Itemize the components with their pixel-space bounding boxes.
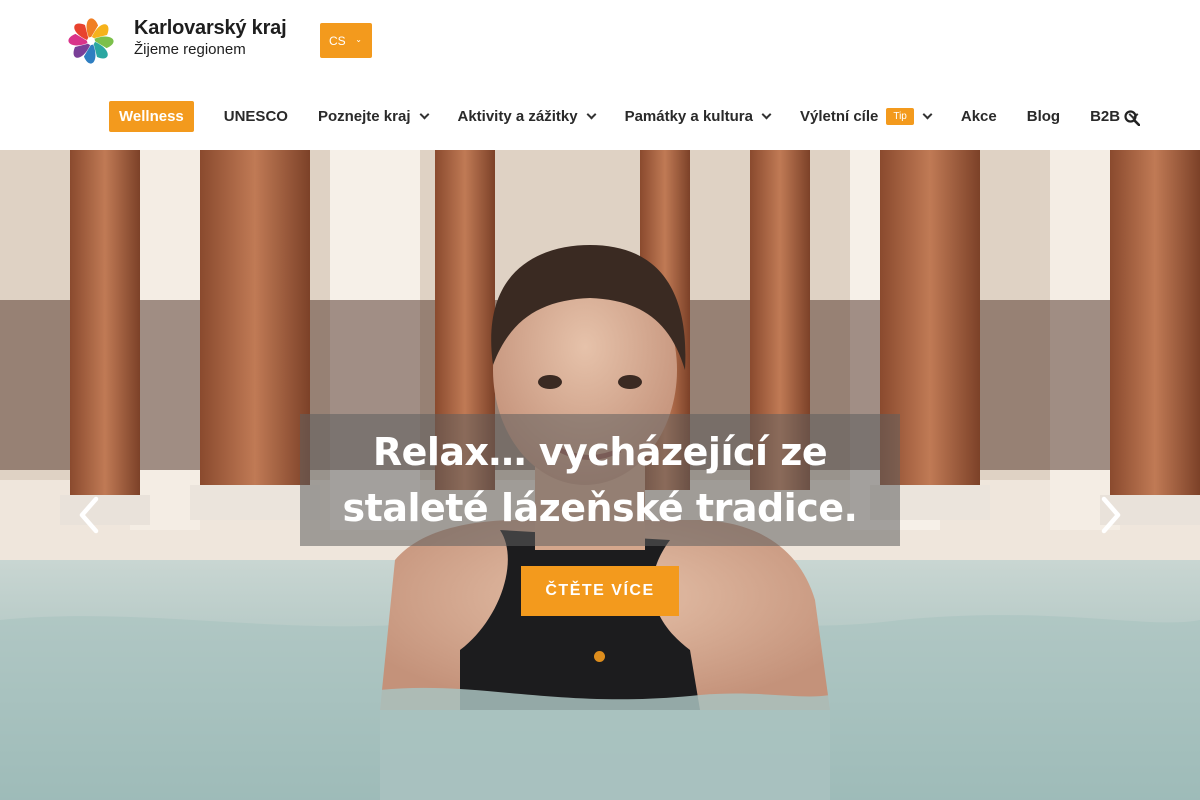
nav-item-label: Aktivity a zážitky [457, 108, 578, 125]
language-selector[interactable]: CS ⌄ [320, 23, 372, 58]
chevron-down-icon [419, 109, 429, 120]
tip-badge: Tip [886, 108, 914, 125]
nav-item-unesco[interactable]: UNESCO [224, 108, 288, 125]
slider-dot[interactable] [594, 651, 605, 662]
chevron-right-icon[interactable] [1096, 495, 1126, 535]
nav-item-label: Památky a kultura [624, 108, 753, 125]
nav-item-poznejte-kraj[interactable]: Poznejte kraj [317, 108, 429, 125]
chevron-down-icon: ⌄ [355, 35, 362, 44]
language-selected: CS [329, 33, 346, 48]
nav-item-label: Výletní cíle [799, 108, 879, 125]
chevron-left-icon[interactable] [74, 495, 104, 535]
chevron-down-icon [761, 109, 772, 120]
nav-item-pamatky[interactable]: Památky a kultura [624, 108, 772, 125]
nav-item-aktivity[interactable]: Aktivity a zážitky [457, 108, 597, 125]
brand-subtitle: Žijeme regionem [134, 41, 246, 58]
hero-caption: Relax… vycházející ze staleté lázeňské t… [300, 414, 900, 546]
nav-item-label: Wellness [119, 108, 184, 125]
brand-title: Karlovarský kraj [134, 17, 287, 39]
nav-item-label: Akce [960, 108, 997, 125]
site-header: Karlovarský kraj Žijeme regionem CS ⌄ We… [0, 0, 1200, 150]
slider-pagination [594, 651, 605, 662]
brand-text: Karlovarský kraj Žijeme regionem [134, 16, 287, 60]
chevron-down-icon [922, 109, 933, 120]
nav-item-label: Blog [1026, 108, 1061, 125]
flower-logo-icon [68, 18, 114, 64]
nav-item-akce[interactable]: Akce [961, 108, 997, 125]
search-icon[interactable] [1124, 110, 1140, 126]
nav-item-blog[interactable]: Blog [1027, 108, 1060, 125]
nav-item-label: Poznejte kraj [317, 108, 411, 125]
brand-logo-link[interactable]: Karlovarský kraj Žijeme regionem [60, 10, 287, 72]
nav-item-wellness[interactable]: Wellness [109, 101, 194, 132]
main-nav: Wellness UNESCO Poznejte kraj Aktivity a… [109, 100, 1150, 133]
read-more-button[interactable]: ČTĚTE VÍCE [521, 566, 679, 616]
nav-item-vyletni-cile[interactable]: Výletní cíle Tip [799, 108, 933, 125]
nav-item-label: UNESCO [223, 108, 288, 125]
hero-slider: Relax… vycházející ze staleté lázeňské t… [0, 150, 1200, 800]
hero-headline: Relax… vycházející ze staleté lázeňské t… [342, 430, 858, 530]
chevron-down-icon [586, 109, 597, 120]
nav-item-label: B2B [1090, 108, 1121, 125]
